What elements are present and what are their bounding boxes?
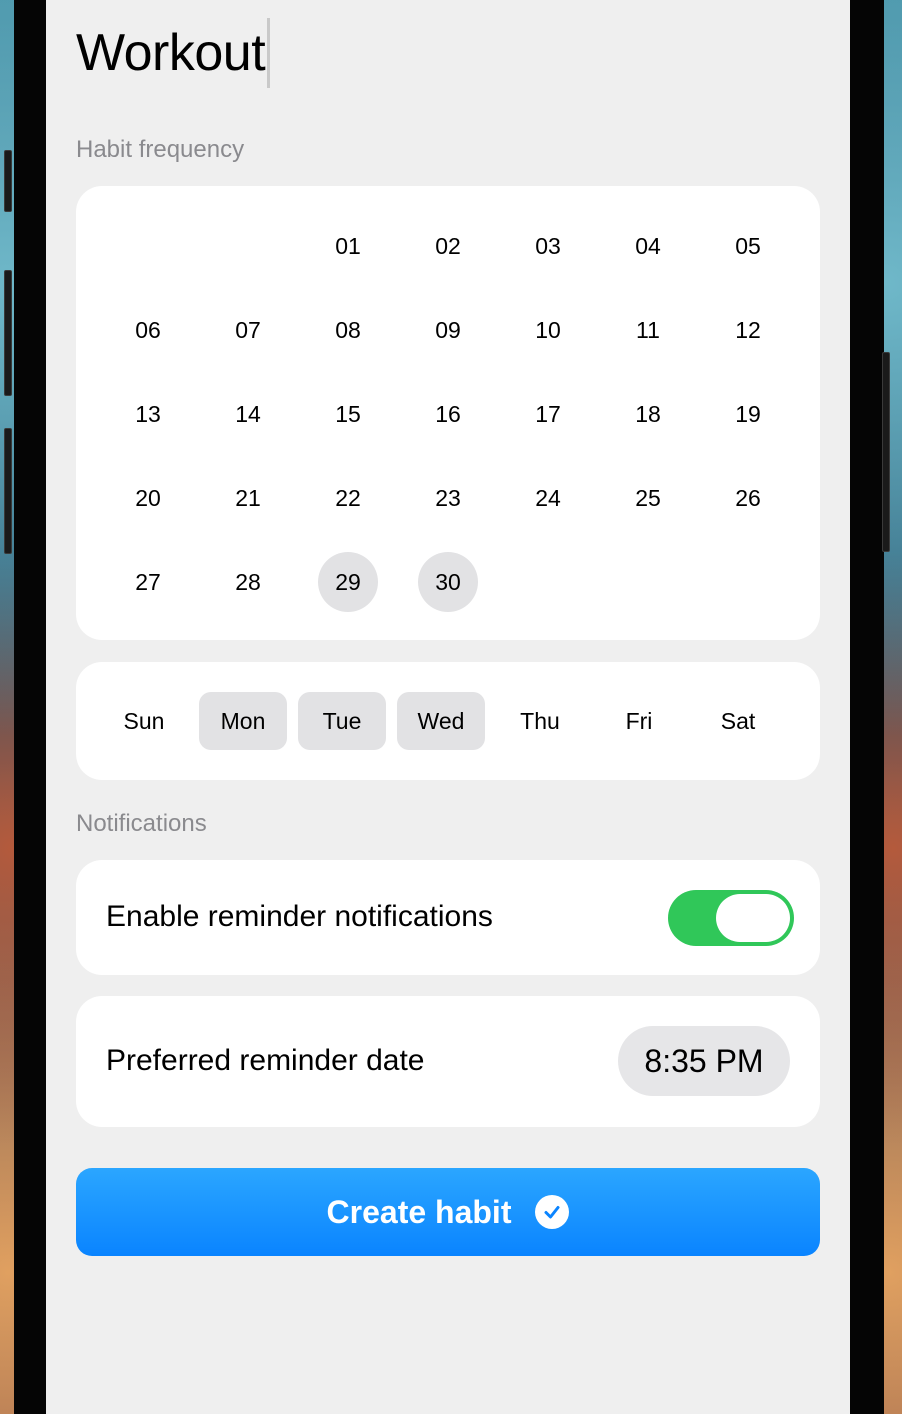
side-button-power bbox=[882, 352, 890, 552]
reminder-date-label: Preferred reminder date bbox=[106, 1044, 425, 1077]
calendar-day-25[interactable]: 25 bbox=[618, 468, 678, 528]
calendar-cell: 30 bbox=[398, 540, 498, 624]
calendar-day-10[interactable]: 10 bbox=[518, 300, 578, 360]
calendar-cell: 10 bbox=[498, 288, 598, 372]
calendar-cell: 27 bbox=[98, 540, 198, 624]
calendar-day-02[interactable]: 02 bbox=[418, 216, 478, 276]
calendar-cell: 05 bbox=[698, 204, 798, 288]
calendar-cell: 13 bbox=[98, 372, 198, 456]
weekday-fri[interactable]: Fri bbox=[595, 692, 683, 750]
calendar-day-23[interactable]: 23 bbox=[418, 468, 478, 528]
calendar-day-05[interactable]: 05 bbox=[718, 216, 778, 276]
calendar-day-30[interactable]: 30 bbox=[418, 552, 478, 612]
create-habit-label: Create habit bbox=[326, 1193, 512, 1230]
calendar-day-22[interactable]: 22 bbox=[318, 468, 378, 528]
calendar-cell: 02 bbox=[398, 204, 498, 288]
calendar-cell: 08 bbox=[298, 288, 398, 372]
calendar-cell bbox=[198, 204, 298, 288]
calendar-cell bbox=[498, 540, 598, 624]
weekday-sun[interactable]: Sun bbox=[100, 692, 188, 750]
calendar-day-11[interactable]: 11 bbox=[618, 300, 678, 360]
weekday-thu[interactable]: Thu bbox=[496, 692, 584, 750]
calendar-day-06[interactable]: 06 bbox=[118, 300, 178, 360]
calendar-day-15[interactable]: 15 bbox=[318, 384, 378, 444]
calendar-cell: 01 bbox=[298, 204, 398, 288]
calendar-cell: 22 bbox=[298, 456, 398, 540]
habit-title[interactable]: Workout bbox=[76, 23, 266, 83]
calendar-day-01[interactable]: 01 bbox=[318, 216, 378, 276]
create-habit-button[interactable]: Create habit bbox=[76, 1168, 820, 1256]
calendar-day-24[interactable]: 24 bbox=[518, 468, 578, 528]
calendar-day-17[interactable]: 17 bbox=[518, 384, 578, 444]
reminder-time-value: 8:35 PM bbox=[644, 1042, 764, 1079]
calendar-cell: 17 bbox=[498, 372, 598, 456]
calendar-day-09[interactable]: 09 bbox=[418, 300, 478, 360]
calendar-cell: 20 bbox=[98, 456, 198, 540]
side-button-volume-down bbox=[4, 428, 12, 554]
weekday-tue[interactable]: Tue bbox=[298, 692, 386, 750]
calendar-cell: 06 bbox=[98, 288, 198, 372]
calendar-cell: 25 bbox=[598, 456, 698, 540]
enable-reminder-toggle[interactable] bbox=[668, 890, 794, 946]
calendar-day-14[interactable]: 14 bbox=[218, 384, 278, 444]
enable-reminder-label: Enable reminder notifications bbox=[106, 900, 493, 933]
weekday-wed[interactable]: Wed bbox=[397, 692, 485, 750]
weekday-selector: Sun Mon Tue Wed Thu Fri Sat bbox=[100, 692, 782, 750]
calendar-cell: 07 bbox=[198, 288, 298, 372]
reminder-time-card: Preferred reminder date 8:35 PM bbox=[76, 996, 820, 1127]
calendar-cell bbox=[98, 204, 198, 288]
title-field[interactable]: Workout bbox=[76, 18, 271, 88]
calendar-day-16[interactable]: 16 bbox=[418, 384, 478, 444]
calendar-cell: 11 bbox=[598, 288, 698, 372]
checkmark-circle-icon bbox=[535, 1195, 570, 1229]
calendar-card: 01 02 03 04 05 06 07 08 09 10 11 12 13 14 15 16 17 18 19 20… bbox=[76, 186, 820, 640]
calendar-cell: 09 bbox=[398, 288, 498, 372]
text-caret bbox=[267, 18, 271, 88]
calendar-day-20[interactable]: 20 bbox=[118, 468, 178, 528]
calendar-day-19[interactable]: 19 bbox=[718, 384, 778, 444]
calendar-day-04[interactable]: 04 bbox=[618, 216, 678, 276]
weekday-card: Sun Mon Tue Wed Thu Fri Sat bbox=[76, 662, 820, 780]
calendar-cell: 26 bbox=[698, 456, 798, 540]
calendar-cell: 21 bbox=[198, 456, 298, 540]
calendar-cell: 16 bbox=[398, 372, 498, 456]
calendar-cell: 28 bbox=[198, 540, 298, 624]
calendar-grid: 01 02 03 04 05 06 07 08 09 10 11 12 13 14 15 16 17 18 19 20… bbox=[98, 204, 798, 624]
calendar-cell: 15 bbox=[298, 372, 398, 456]
calendar-cell: 18 bbox=[598, 372, 698, 456]
calendar-day-03[interactable]: 03 bbox=[518, 216, 578, 276]
calendar-day-28[interactable]: 28 bbox=[218, 552, 278, 612]
reminder-time-picker[interactable]: 8:35 PM bbox=[618, 1026, 790, 1096]
notifications-label: Notifications bbox=[76, 810, 207, 837]
habit-frequency-label: Habit frequency bbox=[76, 136, 245, 163]
calendar-cell bbox=[598, 540, 698, 624]
calendar-day-27[interactable]: 27 bbox=[118, 552, 178, 612]
weekday-mon[interactable]: Mon bbox=[199, 692, 287, 750]
calendar-day-08[interactable]: 08 bbox=[318, 300, 378, 360]
calendar-cell bbox=[698, 540, 798, 624]
calendar-cell: 29 bbox=[298, 540, 398, 624]
calendar-cell: 03 bbox=[498, 204, 598, 288]
calendar-cell: 04 bbox=[598, 204, 698, 288]
calendar-day-07[interactable]: 07 bbox=[218, 300, 278, 360]
calendar-cell: 12 bbox=[698, 288, 798, 372]
calendar-day-21[interactable]: 21 bbox=[218, 468, 278, 528]
calendar-day-26[interactable]: 26 bbox=[718, 468, 778, 528]
calendar-cell: 19 bbox=[698, 372, 798, 456]
notifications-toggle-card: Enable reminder notifications bbox=[76, 860, 820, 975]
calendar-day-13[interactable]: 13 bbox=[118, 384, 178, 444]
calendar-cell: 24 bbox=[498, 456, 598, 540]
calendar-cell: 23 bbox=[398, 456, 498, 540]
calendar-day-18[interactable]: 18 bbox=[618, 384, 678, 444]
side-button-silent bbox=[4, 150, 12, 212]
weekday-sat[interactable]: Sat bbox=[694, 692, 782, 750]
toggle-knob bbox=[716, 894, 790, 942]
app-screen: Workout Habit frequency 01 02 03 04 05 06 07 08… bbox=[46, 0, 850, 1414]
calendar-day-29[interactable]: 29 bbox=[318, 552, 378, 612]
side-button-volume-up bbox=[4, 270, 12, 396]
calendar-cell: 14 bbox=[198, 372, 298, 456]
calendar-day-12[interactable]: 12 bbox=[718, 300, 778, 360]
